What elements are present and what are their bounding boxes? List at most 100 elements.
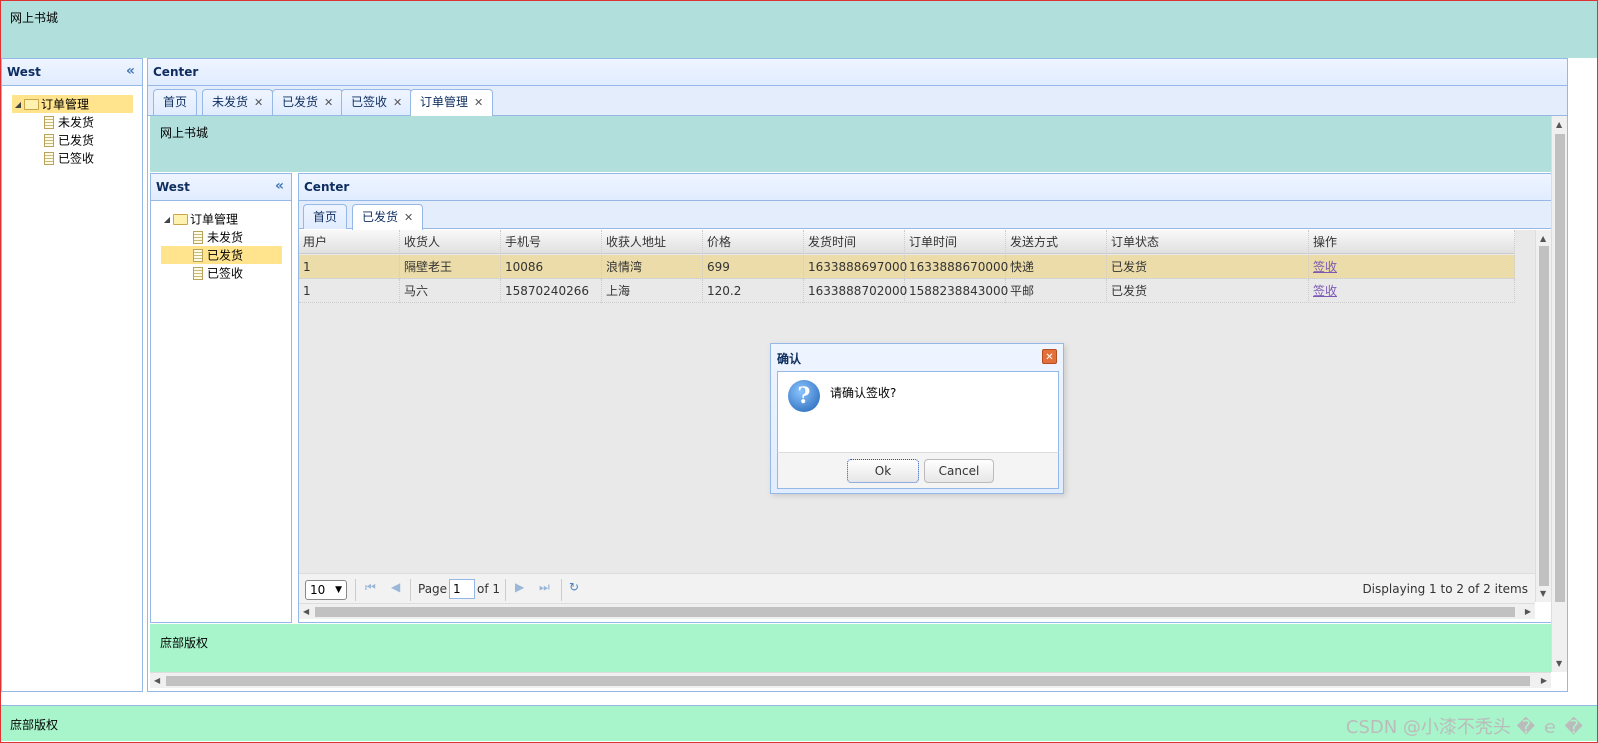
column-header[interactable]: 发送方式: [1006, 230, 1107, 254]
file-icon: [193, 267, 203, 280]
tab-shipped[interactable]: 已发货 ✕: [352, 204, 424, 230]
tab-home[interactable]: 首页: [303, 204, 348, 229]
tree-node-root[interactable]: ◢ 订单管理: [161, 210, 282, 228]
close-icon[interactable]: ✕: [474, 96, 483, 109]
scroll-right-icon[interactable]: ▶: [1525, 607, 1531, 616]
column-header[interactable]: 收货人: [400, 230, 501, 254]
collapse-left-icon[interactable]: «: [275, 178, 284, 194]
cancel-button[interactable]: Cancel: [924, 459, 994, 483]
column-header[interactable]: 操作: [1309, 230, 1515, 254]
scroll-down-icon[interactable]: ▼: [1540, 589, 1546, 598]
table-cell: 1633888702000: [804, 279, 907, 303]
scroll-left-icon[interactable]: ◀: [303, 607, 309, 616]
tree-expand-icon[interactable]: ◢: [12, 96, 24, 114]
table-cell: 浪情湾: [602, 255, 703, 279]
main-tabs: 首页 未发货 ✕ 已发货 ✕ 已签收 ✕ 订单管理 ✕: [148, 86, 1567, 116]
tree-expand-icon[interactable]: ◢: [161, 211, 173, 229]
west-panel-title: West: [7, 65, 41, 79]
table-cell: 1588238843000: [905, 279, 1008, 303]
column-header[interactable]: 用户: [299, 230, 400, 254]
tree-node-shipped[interactable]: 已发货: [12, 131, 133, 149]
chevron-down-icon: ▼: [335, 585, 342, 595]
center-vertical-scrollbar[interactable]: ▲ ▼: [1551, 116, 1567, 672]
close-icon[interactable]: ✕: [404, 211, 413, 224]
column-header[interactable]: 手机号: [501, 230, 602, 254]
scroll-right-icon[interactable]: ▶: [1541, 676, 1547, 685]
last-page-icon[interactable]: ⏭: [539, 580, 550, 595]
close-icon[interactable]: ✕: [1042, 349, 1057, 364]
center-horizontal-scrollbar[interactable]: ◀ ▶: [150, 672, 1551, 688]
tab-unshipped[interactable]: 未发货 ✕: [202, 89, 274, 115]
west-panel-header: West «: [2, 59, 142, 86]
west-panel: West « ◢ 订单管理 未发货 已发货 已签收: [1, 58, 143, 692]
prev-page-icon[interactable]: ◀: [391, 580, 400, 594]
dialog-message: 请确认签收?: [830, 386, 897, 400]
close-icon[interactable]: ✕: [254, 96, 263, 109]
tree-node-signed[interactable]: 已签收: [161, 264, 282, 282]
north-region: 网上书城: [1, 1, 1597, 58]
dialog-footer: Ok Cancel: [777, 452, 1059, 489]
tab-order-management[interactable]: 订单管理 ✕: [410, 89, 494, 116]
close-icon[interactable]: ✕: [393, 96, 402, 109]
tree-node-signed[interactable]: 已签收: [12, 149, 133, 167]
dialog-title: 确认: [777, 352, 802, 366]
scroll-down-icon[interactable]: ▼: [1556, 659, 1562, 668]
table-cell: 15870240266: [501, 279, 602, 303]
close-icon[interactable]: ✕: [324, 96, 333, 109]
scroll-thumb[interactable]: [166, 676, 1530, 686]
grid-horizontal-scrollbar[interactable]: ◀ ▶: [299, 603, 1535, 619]
page-size-select[interactable]: 10 ▼: [305, 580, 347, 600]
tree-node-shipped[interactable]: 已发货: [161, 246, 282, 264]
table-cell: 签收: [1309, 279, 1515, 303]
ok-button[interactable]: Ok: [847, 459, 919, 483]
table-cell: 1: [299, 279, 400, 303]
tree-node-unshipped[interactable]: 未发货: [12, 113, 133, 131]
scroll-up-icon[interactable]: ▲: [1540, 234, 1546, 243]
page-count-label: of 1: [477, 582, 501, 596]
inner-west-panel: West « ◢ 订单管理 未发货 已发货 已签收: [150, 173, 292, 623]
first-page-icon[interactable]: ⏮: [365, 580, 376, 595]
next-page-icon[interactable]: ▶: [515, 580, 524, 594]
file-icon: [193, 249, 203, 262]
scroll-thumb[interactable]: [315, 607, 1515, 617]
folder-icon: [24, 99, 39, 110]
dialog-body: ? 请确认签收?: [777, 371, 1059, 453]
column-header[interactable]: 订单时间: [905, 230, 1006, 254]
tab-home[interactable]: 首页: [153, 89, 198, 115]
inner-center-header: Center: [299, 174, 1551, 201]
center-panel-title: Center: [153, 65, 199, 79]
column-header[interactable]: 发货时间: [804, 230, 905, 254]
scroll-thumb[interactable]: [1539, 246, 1549, 586]
tree-node-unshipped[interactable]: 未发货: [161, 228, 282, 246]
sign-link[interactable]: 签收: [1313, 284, 1337, 298]
sign-link[interactable]: 签收: [1313, 260, 1337, 274]
table-cell: 上海: [602, 279, 703, 303]
site-title: 网上书城: [10, 11, 59, 25]
pager-info: Displaying 1 to 2 of 2 items: [1362, 582, 1528, 596]
tab-signed[interactable]: 已签收 ✕: [341, 89, 413, 115]
column-header[interactable]: 订单状态: [1107, 230, 1309, 254]
table-cell: 马六: [400, 279, 501, 303]
inner-center-title: Center: [304, 180, 350, 194]
divider: [410, 579, 411, 601]
table-row[interactable]: 1 马六 15870240266 上海 120.2 1633888702000 …: [299, 279, 1515, 303]
scroll-left-icon[interactable]: ◀: [154, 676, 160, 685]
file-icon: [44, 134, 54, 147]
refresh-icon[interactable]: ↻: [569, 580, 579, 594]
table-cell: 1633888697000: [804, 255, 907, 279]
table-row[interactable]: 1 隔壁老王 10086 浪情湾 699 1633888697000 16338…: [299, 255, 1515, 279]
tab-shipped[interactable]: 已发货 ✕: [272, 89, 344, 115]
inner-south-region: 庶部版权: [150, 624, 1552, 672]
inner-order-tree: ◢ 订单管理 未发货 已发货 已签收: [161, 210, 282, 282]
divider: [561, 579, 562, 601]
tree-node-root[interactable]: ◢ 订单管理: [12, 95, 133, 113]
grid-pager: 10 ▼ ⏮ ◀ Page 1 of 1 ▶ ⏭ ↻ Displaying 1 t…: [299, 573, 1535, 603]
table-cell: 已发货: [1107, 255, 1309, 279]
page-number-input[interactable]: 1: [449, 579, 475, 599]
column-header[interactable]: 价格: [703, 230, 804, 254]
grid-vertical-scrollbar[interactable]: ▲ ▼: [1535, 230, 1551, 602]
column-header[interactable]: 收获人地址: [602, 230, 703, 254]
scroll-thumb[interactable]: [1555, 134, 1565, 602]
collapse-left-icon[interactable]: «: [126, 63, 135, 79]
scroll-up-icon[interactable]: ▲: [1556, 120, 1562, 129]
